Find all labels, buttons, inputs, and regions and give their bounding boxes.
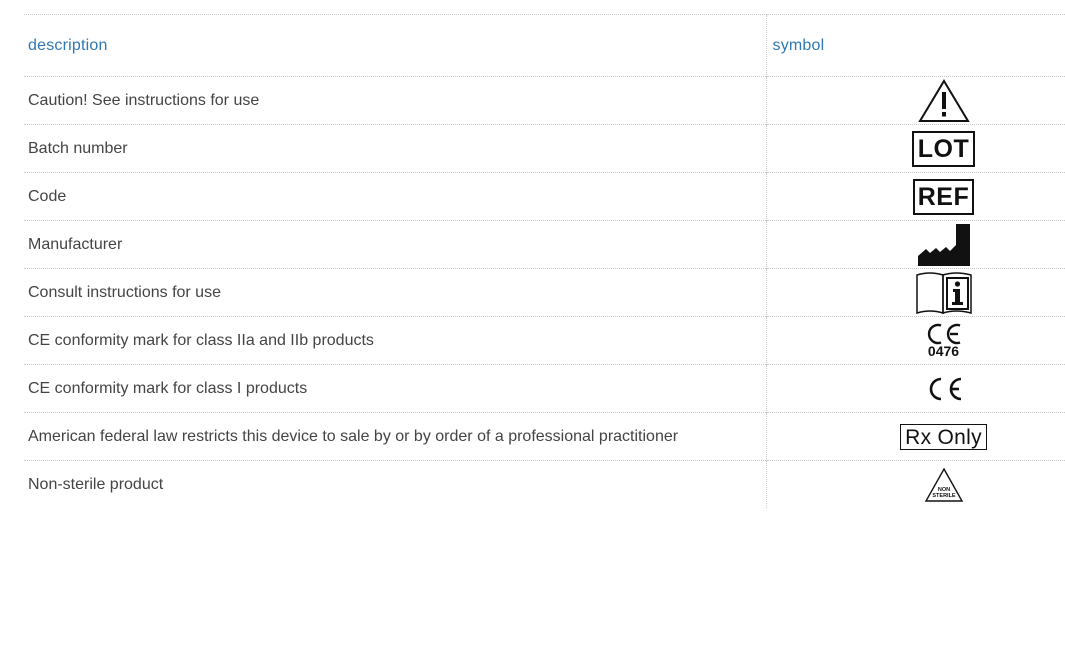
description-cell: Consult instructions for use — [24, 268, 766, 317]
caution-triangle-icon — [917, 78, 970, 122]
row-description: Non-sterile product — [28, 476, 164, 493]
description-cell: American federal law restricts this devi… — [24, 412, 766, 461]
symbol-cell: REF — [765, 172, 1065, 221]
table-header-row: description symbol — [24, 14, 1065, 77]
row-description: Code — [28, 188, 67, 205]
table-row: Batch number LOT — [24, 124, 1065, 173]
table-row: CE conformity mark for class IIa and IIb… — [24, 316, 1065, 365]
description-cell: Non-sterile product — [24, 460, 766, 508]
lot-icon: LOT — [911, 130, 976, 167]
rx-only-icon: Rx Only — [900, 423, 987, 450]
row-description: Manufacturer — [28, 236, 123, 253]
description-cell: Manufacturer — [24, 220, 766, 269]
table-row: Caution! See instructions for use — [24, 76, 1065, 125]
consult-instructions-book-icon — [915, 271, 972, 314]
row-description: Consult instructions for use — [28, 284, 221, 301]
description-cell: Batch number — [24, 124, 766, 173]
notified-body-number: 0476 — [927, 342, 960, 359]
table-row: Manufacturer — [24, 220, 1065, 269]
column-header-symbol: symbol — [765, 14, 1065, 77]
table-row: CE conformity mark for class I products — [24, 364, 1065, 413]
symbol-cell — [765, 220, 1065, 269]
symbol-cell: NON STERILE — [765, 460, 1065, 508]
symbol-cell: 0476 — [765, 316, 1065, 365]
symbol-cell: LOT — [765, 124, 1065, 173]
ref-icon: REF — [912, 178, 975, 215]
row-description: CE conformity mark for class IIa and IIb… — [28, 332, 374, 349]
column-header-description: description — [24, 14, 766, 77]
table-row: Code REF — [24, 172, 1065, 221]
description-cell: Code — [24, 172, 766, 221]
row-description: CE conformity mark for class I products — [28, 380, 308, 397]
table-row: Non-sterile product NON STERILE — [24, 460, 1065, 508]
table-row: American federal law restricts this devi… — [24, 412, 1065, 461]
symbol-cell — [765, 364, 1065, 413]
manufacturer-factory-icon — [917, 223, 970, 266]
description-cell: CE conformity mark for class IIa and IIb… — [24, 316, 766, 365]
symbol-cell — [765, 268, 1065, 317]
non-sterile-line-2: STERILE — [932, 493, 956, 499]
row-description: Caution! See instructions for use — [28, 92, 260, 109]
row-description: Batch number — [28, 140, 128, 157]
ce-mark-with-notified-body: 0476 — [924, 323, 964, 359]
ce-mark-icon — [929, 377, 961, 400]
symbol-cell: Rx Only — [765, 412, 1065, 461]
row-description: American federal law restricts this devi… — [28, 428, 679, 445]
symbols-table: description symbol Caution! See instruct… — [24, 14, 1065, 508]
non-sterile-triangle-icon: NON STERILE — [924, 467, 963, 502]
description-cell: CE conformity mark for class I products — [24, 364, 766, 413]
ce-mark-icon — [927, 323, 960, 344]
table-row: Consult instructions for use — [24, 268, 1065, 317]
description-cell: Caution! See instructions for use — [24, 76, 766, 125]
symbol-cell — [765, 76, 1065, 125]
